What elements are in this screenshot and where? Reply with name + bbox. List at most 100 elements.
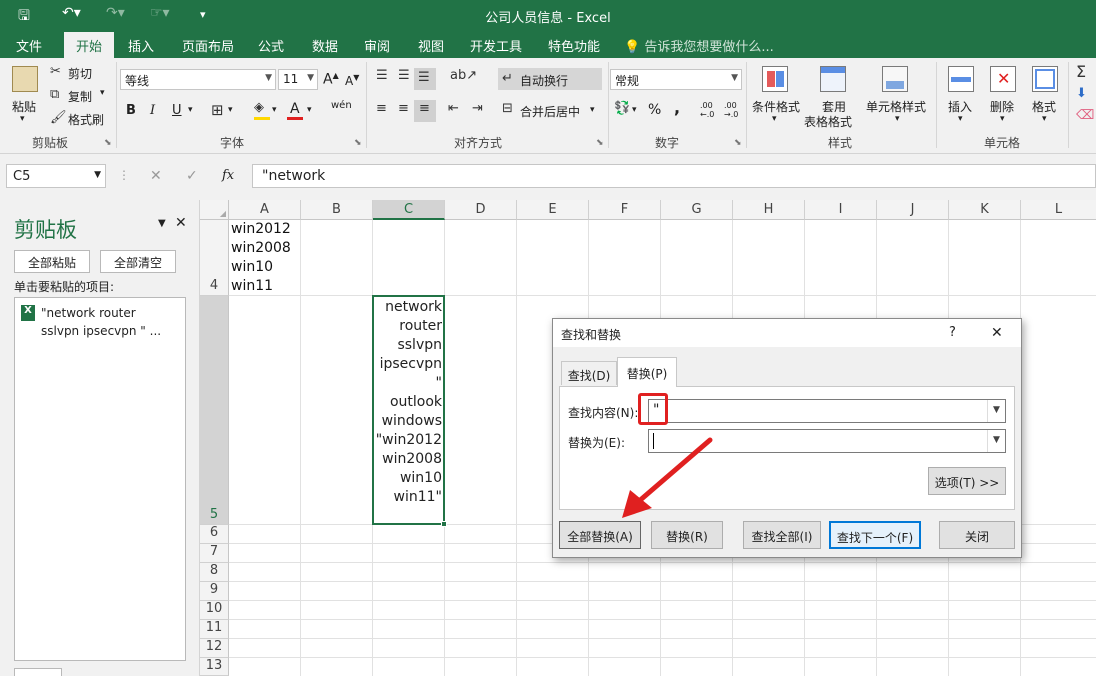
accounting-format-icon[interactable]: 💱 [614,101,630,116]
dialog-close-button[interactable]: 关闭 [939,521,1015,549]
copy-dropdown-icon[interactable]: ▾ [100,88,105,98]
number-launcher-icon[interactable]: ⬊ [734,138,742,148]
decrease-decimal-button[interactable]: .00 →.0 [724,101,744,119]
pane-close-icon[interactable]: ✕ [175,215,187,231]
column-header-d[interactable]: D [445,200,517,220]
name-box[interactable]: C5 ▼ [6,164,106,188]
row-header-13[interactable]: 13 [200,658,229,676]
column-header-i[interactable]: I [805,200,877,220]
align-center-icon[interactable]: ≡ [398,101,409,116]
format-painter-button[interactable]: 格式刷 [68,111,104,128]
chevron-down-icon[interactable]: ▼ [987,400,1005,422]
fill-dropdown-icon[interactable]: ▾ [272,105,277,115]
decrease-indent-icon[interactable]: ⇤ [448,101,459,116]
clipboard-launcher-icon[interactable]: ⬊ [104,138,112,148]
autosum-icon[interactable]: Σ [1076,62,1086,81]
cut-button[interactable]: 剪切 [68,65,92,82]
tab-page-layout[interactable]: 页面布局 [182,36,234,55]
column-header-l[interactable]: L [1021,200,1096,220]
format-cells-button[interactable]: 格式 [1032,98,1056,115]
pane-options-icon[interactable]: ▼ [158,218,166,229]
insert-function-icon[interactable]: fx [222,168,234,183]
phonetic-guide-button[interactable]: wén [331,100,352,111]
fill-color-icon[interactable]: ◈ [254,100,264,115]
row-header-9[interactable]: 9 [200,582,229,601]
column-header-c[interactable]: C [373,200,445,220]
align-top-icon[interactable]: ☰ [376,68,388,83]
cell-styles-button[interactable]: 单元格样式 [866,98,926,115]
clear-all-button[interactable]: 全部清空 [100,250,176,273]
tab-find[interactable]: 查找(D) [561,361,617,385]
align-left-icon[interactable]: ≡ [376,101,387,116]
paste-button[interactable]: 粘贴 [12,98,36,115]
align-middle-icon[interactable]: ☰ [398,68,410,83]
merge-dropdown-icon[interactable]: ▾ [590,105,595,115]
row-header-7[interactable]: 7 [200,544,229,563]
format-as-table-button[interactable]: 表格格式 [804,113,852,130]
font-color-dropdown-icon[interactable]: ▾ [307,105,312,115]
row-header-12[interactable]: 12 [200,639,229,658]
conditional-dropdown-icon[interactable]: ▾ [772,114,777,124]
borders-dropdown-icon[interactable]: ▾ [228,105,233,115]
tell-me-box[interactable]: 💡 告诉我您想要做什么... [624,36,774,55]
formula-input[interactable]: "network [252,164,1096,188]
fill-handle[interactable] [441,521,447,527]
tab-home[interactable]: 开始 [64,32,115,58]
merge-center-icon[interactable]: ⊟ [502,101,513,116]
dialog-help-button[interactable]: ? [949,325,956,340]
format-dropdown-icon[interactable]: ▾ [1042,114,1047,124]
column-header-b[interactable]: B [301,200,373,220]
dialog-close-x-button[interactable]: ✕ [991,325,1003,341]
cell-styles-dropdown-icon[interactable]: ▾ [895,114,900,124]
underline-dropdown-icon[interactable]: ▾ [188,105,193,115]
column-header-j[interactable]: J [877,200,949,220]
shrink-font-button[interactable]: A▼ [345,73,359,88]
font-name-combo[interactable]: 等线 ▼ [120,69,276,90]
column-header-k[interactable]: K [949,200,1021,220]
insert-dropdown-icon[interactable]: ▾ [958,114,963,124]
clear-icon[interactable]: ⌫ [1076,108,1094,123]
increase-indent-icon[interactable]: ⇥ [472,101,483,116]
orientation-icon[interactable]: ab↗ [450,68,477,83]
wrap-text-button[interactable]: ↵ 自动换行 [498,68,602,90]
column-header-e[interactable]: E [517,200,589,220]
alignment-launcher-icon[interactable]: ⬊ [596,138,604,148]
bold-button[interactable]: B [126,103,136,118]
enter-entry-icon[interactable]: ✓ [186,168,198,184]
options-button[interactable]: 选项(T) >> [928,467,1006,495]
delete-dropdown-icon[interactable]: ▾ [1000,114,1005,124]
row-header-5[interactable]: 5 [200,296,229,525]
accounting-dropdown-icon[interactable]: ▾ [632,105,637,115]
insert-cells-button[interactable]: 插入 [948,98,972,115]
italic-button[interactable]: I [150,103,155,118]
font-color-icon[interactable]: A [290,101,300,117]
row-header-6[interactable]: 6 [200,525,229,544]
font-launcher-icon[interactable]: ⬊ [354,138,362,148]
tab-file[interactable]: 文件 [16,36,42,55]
tab-developer[interactable]: 开发工具 [470,36,522,55]
align-right-button[interactable]: ≡ [414,100,436,122]
tab-review[interactable]: 审阅 [364,36,390,55]
row-header-10[interactable]: 10 [200,601,229,620]
cell-c5-selected[interactable]: network router sslvpn ipsecvpn " outlook… [372,295,447,527]
delete-cells-button[interactable]: 删除 [990,98,1014,115]
cancel-entry-icon[interactable]: ✕ [150,168,162,184]
column-header-f[interactable]: F [589,200,661,220]
grow-font-button[interactable]: A▲ [323,71,339,88]
tab-replace[interactable]: 替换(P) [617,357,677,387]
column-header-g[interactable]: G [661,200,733,220]
percent-button[interactable]: % [648,102,661,118]
select-all-corner[interactable]: ◢ [200,200,229,220]
clipboard-item[interactable]: X "network router sslvpn ipsecvpn " ... [19,304,179,344]
comma-style-button[interactable]: , [674,98,680,117]
conditional-format-button[interactable]: 条件格式 [752,98,800,115]
tab-view[interactable]: 视图 [418,36,444,55]
find-what-input[interactable]: " ▼ [648,399,1006,423]
find-next-button[interactable]: 查找下一个(F) [829,521,921,549]
tab-special-features[interactable]: 特色功能 [548,36,600,55]
align-bottom-button[interactable]: ☰ [414,68,436,90]
cell-a4[interactable]: win2012 win2008 win10 win11 [230,221,300,295]
increase-decimal-button[interactable]: .00 ←.0 [700,101,720,119]
tab-formulas[interactable]: 公式 [258,36,284,55]
column-header-a[interactable]: A [229,200,301,220]
